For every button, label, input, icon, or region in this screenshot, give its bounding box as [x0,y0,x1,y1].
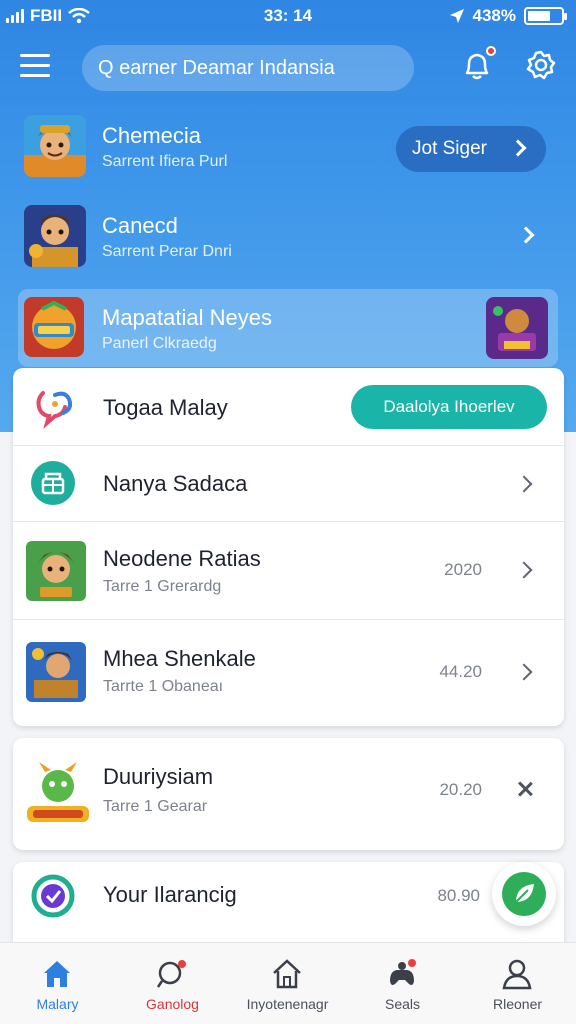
game-card[interactable]: Duuriysiam Tarre 1 Gearar 20.20 [13,738,564,850]
list-item-title: Mhea Shenkale [103,646,256,671]
search-icon [156,960,186,988]
nav-item-house[interactable]: Inyotenenagr [230,943,345,1024]
list-item[interactable]: Neodene Ratias Tarre 1 Grerardg 2020 [13,522,564,620]
check-circle-icon [31,874,75,918]
featured-subtitle: Panerl Clkraedg [102,335,217,352]
home-icon [44,961,70,987]
nav-item-home[interactable]: Malary [0,943,115,1024]
menu-button[interactable] [20,54,50,78]
featured-subtitle: Sarrent Perar Dnri [102,243,232,260]
search-placeholder: Q earner Deamar Indansia [98,56,335,79]
house-icon [273,959,301,989]
featured-item-2[interactable]: Canecd Sarrent Perar Dnri [24,205,554,271]
chevron-right-icon [515,475,533,493]
nav-label: Rleoner [492,996,543,1012]
nav-label: Seals [384,996,421,1012]
featured-item-1[interactable]: Chemecia Sarrent Ifiera Purl [24,115,554,181]
nav-item-search[interactable]: Ganolog [115,943,230,1024]
battery-percent: 438% [472,6,516,25]
nav-item-profile[interactable]: Rleoner [460,943,575,1024]
progress-card-title: Your Ilarancig [103,882,237,907]
shopping-basket-icon [31,461,75,505]
game-card-subtitle: Tarre 1 Gearar [103,798,208,815]
gamepad-icon [390,959,416,985]
chevron-right-icon [515,663,533,681]
game-avatar-icon [24,205,86,267]
list-item-value: 2020 [444,560,482,579]
list-item-title: Nanya Sadaca [103,471,248,496]
gear-icon [526,50,556,80]
nav-label: Ganolog [146,996,199,1012]
featured-subtitle: Sarrent Ifiera Purl [102,153,228,170]
featured-title: Canecd [102,213,178,238]
game-logo-icon [24,297,84,357]
featured-title: Mapatatial Neyes [102,305,272,330]
list-item-title: Neodene Ratias [103,546,261,571]
list-item[interactable]: Nanya Sadaca [13,446,564,522]
main-list-card: Togaa Malay Daalolya Ihoerlev Nanya Sada… [13,368,564,726]
featured-item-3[interactable]: Mapatatial Neyes Panerl Clkraedg [24,297,554,359]
chevron-right-icon [515,561,533,579]
chat-bubble-icon [33,385,77,429]
game-mascot-icon [25,758,91,830]
game-thumbnail-icon [26,541,86,601]
search-bar[interactable]: Q earner Deamar Indansia [82,45,414,91]
bell-button[interactable] [460,46,496,82]
list-item-subtitle: Tarrte 1 Obaneaı [103,678,224,695]
game-card-title: Duuriysiam [103,764,214,789]
bottom-navigation: Malary Ganolog Inyotenenagr Seals Rleone… [0,942,576,1024]
game-card-value: 20.20 [439,780,482,799]
chevron-right-icon [517,226,535,244]
profile-icon [502,959,532,990]
list-action-button[interactable]: Daalolya Ihoerlev [351,385,547,429]
list-action-label: Daalolya Ihoerlev [383,397,515,416]
list-item[interactable]: Togaa Malay Daalolya Ihoerlev [13,368,564,446]
close-icon[interactable] [516,780,534,798]
nav-label: Inyotenenagr [246,996,329,1012]
notification-badge [486,46,496,56]
nav-item-games[interactable]: Seals [345,943,460,1024]
leaf-icon [502,872,546,916]
battery-icon [524,7,567,25]
list-item-subtitle: Tarre 1 Grerardg [103,578,222,595]
progress-card-value: 80.90 [437,886,480,905]
location-arrow-icon [449,9,464,23]
game-avatar-icon [24,115,86,177]
list-item-title: Togaa Malay [103,395,228,420]
game-thumbnail-icon [486,297,548,359]
status-right: 438% [449,6,567,26]
status-bar: FBII 33: 14 438% [0,0,576,34]
list-item-value: 44.20 [439,662,482,681]
progress-card[interactable]: Your Ilarancig 80.90 [13,862,564,952]
compose-fab-button[interactable] [492,862,556,926]
settings-button[interactable] [524,48,558,82]
featured-title: Chemecia [102,123,202,148]
game-thumbnail-icon [26,642,86,702]
nav-label: Malary [36,996,79,1012]
list-item[interactable]: Mhea Shenkale Tarrte 1 Obaneaı 44.20 [13,620,564,726]
